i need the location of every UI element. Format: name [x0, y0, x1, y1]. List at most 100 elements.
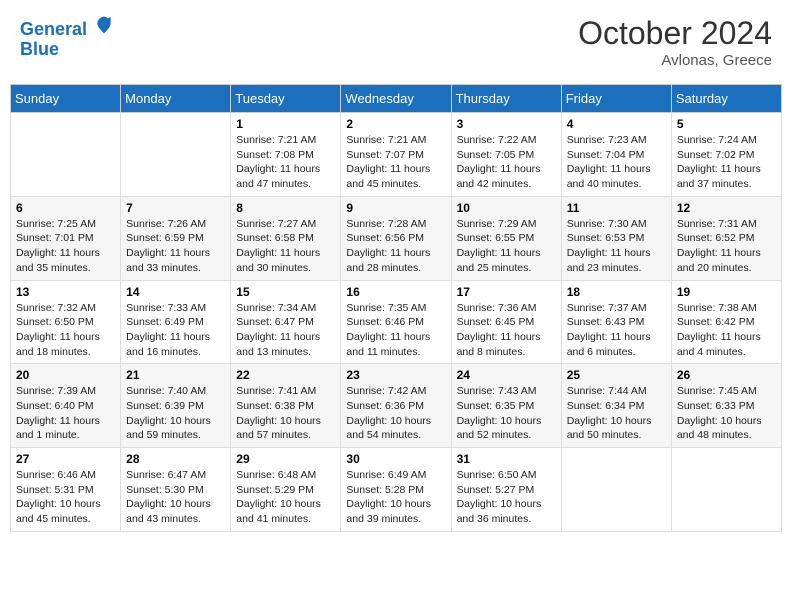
day-info: Sunrise: 7:37 AM Sunset: 6:43 PM Dayligh… [567, 301, 666, 360]
day-number: 24 [457, 368, 556, 382]
day-cell: 13Sunrise: 7:32 AM Sunset: 6:50 PM Dayli… [11, 280, 121, 364]
day-cell: 25Sunrise: 7:44 AM Sunset: 6:34 PM Dayli… [561, 364, 671, 448]
day-cell: 23Sunrise: 7:42 AM Sunset: 6:36 PM Dayli… [341, 364, 451, 448]
logo-text: General [20, 15, 114, 40]
day-number: 27 [16, 452, 115, 466]
weekday-monday: Monday [121, 85, 231, 113]
page-header: General Blue October 2024 Avlonas, Greec… [10, 10, 782, 74]
title-area: October 2024 Avlonas, Greece [578, 15, 772, 69]
day-cell: 15 Sunrise: 7:34 AM Sunset: 6:47 PM Dayli… [231, 280, 341, 364]
day-info: Sunrise: 7:33 AM Sunset: 6:49 PM Dayligh… [126, 301, 225, 360]
day-number: 5 [677, 117, 776, 131]
day-cell: 18 Sunrise: 7:37 AM Sunset: 6:43 PM Dayli… [561, 280, 671, 364]
week-row-1: 1Sunrise: 7:21 AM Sunset: 7:08 PM Daylig… [11, 113, 782, 197]
day-info: Sunrise: 7:40 AM Sunset: 6:39 PM Dayligh… [126, 384, 225, 443]
week-row-3: 13Sunrise: 7:32 AM Sunset: 6:50 PM Dayli… [11, 280, 782, 364]
day-number: 9 [346, 201, 445, 215]
day-cell [561, 448, 671, 532]
day-cell: 11Sunrise: 7:30 AM Sunset: 6:53 PM Dayli… [561, 196, 671, 280]
calendar-table: SundayMondayTuesdayWednesdayThursdayFrid… [10, 84, 782, 532]
day-number: 19 [677, 285, 776, 299]
day-cell: 10 Sunrise: 7:29 AM Sunset: 6:55 PM Dayli… [451, 196, 561, 280]
day-cell: 7Sunrise: 7:26 AM Sunset: 6:59 PM Daylig… [121, 196, 231, 280]
day-cell: 20 Sunrise: 7:39 AM Sunset: 6:40 PM Dayli… [11, 364, 121, 448]
day-info: Sunrise: 7:35 AM Sunset: 6:46 PM Dayligh… [346, 301, 445, 360]
day-info: Sunrise: 7:39 AM Sunset: 6:40 PM Dayligh… [16, 384, 115, 443]
location: Avlonas, Greece [578, 52, 772, 69]
day-info: Sunrise: 7:22 AM Sunset: 7:05 PM Dayligh… [457, 133, 556, 192]
day-cell: 6 Sunrise: 7:25 AM Sunset: 7:01 PM Daylig… [11, 196, 121, 280]
day-cell: 26Sunrise: 7:45 AM Sunset: 6:33 PM Dayli… [671, 364, 781, 448]
day-number: 15 [236, 285, 335, 299]
day-cell: 30Sunrise: 6:49 AM Sunset: 5:28 PM Dayli… [341, 448, 451, 532]
day-cell: 27 Sunrise: 6:46 AM Sunset: 5:31 PM Dayli… [11, 448, 121, 532]
day-cell: 2 Sunrise: 7:21 AM Sunset: 7:07 PM Daylig… [341, 113, 451, 197]
day-cell: 14 Sunrise: 7:33 AM Sunset: 6:49 PM Dayli… [121, 280, 231, 364]
day-info: Sunrise: 7:26 AM Sunset: 6:59 PM Dayligh… [126, 217, 225, 276]
day-cell [11, 113, 121, 197]
day-info: Sunrise: 7:21 AM Sunset: 7:07 PM Dayligh… [346, 133, 445, 192]
day-number: 21 [126, 368, 225, 382]
week-row-5: 27 Sunrise: 6:46 AM Sunset: 5:31 PM Dayli… [11, 448, 782, 532]
day-info: Sunrise: 7:28 AM Sunset: 6:56 PM Dayligh… [346, 217, 445, 276]
day-number: 25 [567, 368, 666, 382]
day-number: 3 [457, 117, 556, 131]
day-cell: 16 Sunrise: 7:35 AM Sunset: 6:46 PM Dayli… [341, 280, 451, 364]
day-info: Sunrise: 7:38 AM Sunset: 6:42 PM Dayligh… [677, 301, 776, 360]
day-number: 18 [567, 285, 666, 299]
weekday-tuesday: Tuesday [231, 85, 341, 113]
day-cell: 28Sunrise: 6:47 AM Sunset: 5:30 PM Dayli… [121, 448, 231, 532]
day-number: 12 [677, 201, 776, 215]
day-cell: 22Sunrise: 7:41 AM Sunset: 6:38 PM Dayli… [231, 364, 341, 448]
week-row-4: 20 Sunrise: 7:39 AM Sunset: 6:40 PM Dayli… [11, 364, 782, 448]
day-info: Sunrise: 7:24 AM Sunset: 7:02 PM Dayligh… [677, 133, 776, 192]
weekday-friday: Friday [561, 85, 671, 113]
day-info: Sunrise: 7:23 AM Sunset: 7:04 PM Dayligh… [567, 133, 666, 192]
day-info: Sunrise: 7:34 AM Sunset: 6:47 PM Dayligh… [236, 301, 335, 360]
day-info: Sunrise: 7:27 AM Sunset: 6:58 PM Dayligh… [236, 217, 335, 276]
day-info: Sunrise: 6:50 AM Sunset: 5:27 PM Dayligh… [457, 468, 556, 527]
day-number: 16 [346, 285, 445, 299]
weekday-sunday: Sunday [11, 85, 121, 113]
day-cell [671, 448, 781, 532]
day-number: 22 [236, 368, 335, 382]
day-info: Sunrise: 7:43 AM Sunset: 6:35 PM Dayligh… [457, 384, 556, 443]
day-info: Sunrise: 6:47 AM Sunset: 5:30 PM Dayligh… [126, 468, 225, 527]
day-cell: 3 Sunrise: 7:22 AM Sunset: 7:05 PM Daylig… [451, 113, 561, 197]
day-cell: 9 Sunrise: 7:28 AM Sunset: 6:56 PM Daylig… [341, 196, 451, 280]
weekday-wednesday: Wednesday [341, 85, 451, 113]
day-info: Sunrise: 7:21 AM Sunset: 7:08 PM Dayligh… [236, 133, 335, 192]
day-cell: 17 Sunrise: 7:36 AM Sunset: 6:45 PM Dayli… [451, 280, 561, 364]
logo: General Blue [20, 15, 114, 60]
day-number: 10 [457, 201, 556, 215]
day-number: 11 [567, 201, 666, 215]
logo-general: General [20, 19, 87, 39]
day-cell: 8 Sunrise: 7:27 AM Sunset: 6:58 PM Daylig… [231, 196, 341, 280]
day-number: 6 [16, 201, 115, 215]
day-cell: 29Sunrise: 6:48 AM Sunset: 5:29 PM Dayli… [231, 448, 341, 532]
day-number: 20 [16, 368, 115, 382]
day-cell [121, 113, 231, 197]
day-info: Sunrise: 7:45 AM Sunset: 6:33 PM Dayligh… [677, 384, 776, 443]
day-info: Sunrise: 6:48 AM Sunset: 5:29 PM Dayligh… [236, 468, 335, 527]
day-number: 8 [236, 201, 335, 215]
day-number: 17 [457, 285, 556, 299]
day-info: Sunrise: 6:46 AM Sunset: 5:31 PM Dayligh… [16, 468, 115, 527]
weekday-saturday: Saturday [671, 85, 781, 113]
logo-icon [94, 15, 114, 35]
day-number: 31 [457, 452, 556, 466]
day-cell: 24 Sunrise: 7:43 AM Sunset: 6:35 PM Dayli… [451, 364, 561, 448]
month-title: October 2024 [578, 15, 772, 52]
day-number: 2 [346, 117, 445, 131]
day-info: Sunrise: 7:29 AM Sunset: 6:55 PM Dayligh… [457, 217, 556, 276]
day-number: 4 [567, 117, 666, 131]
day-number: 23 [346, 368, 445, 382]
day-info: Sunrise: 7:32 AM Sunset: 6:50 PM Dayligh… [16, 301, 115, 360]
day-info: Sunrise: 7:31 AM Sunset: 6:52 PM Dayligh… [677, 217, 776, 276]
day-cell: 4 Sunrise: 7:23 AM Sunset: 7:04 PM Daylig… [561, 113, 671, 197]
week-row-2: 6 Sunrise: 7:25 AM Sunset: 7:01 PM Daylig… [11, 196, 782, 280]
day-info: Sunrise: 7:25 AM Sunset: 7:01 PM Dayligh… [16, 217, 115, 276]
logo-blue: Blue [20, 40, 114, 60]
day-number: 14 [126, 285, 225, 299]
day-info: Sunrise: 7:36 AM Sunset: 6:45 PM Dayligh… [457, 301, 556, 360]
